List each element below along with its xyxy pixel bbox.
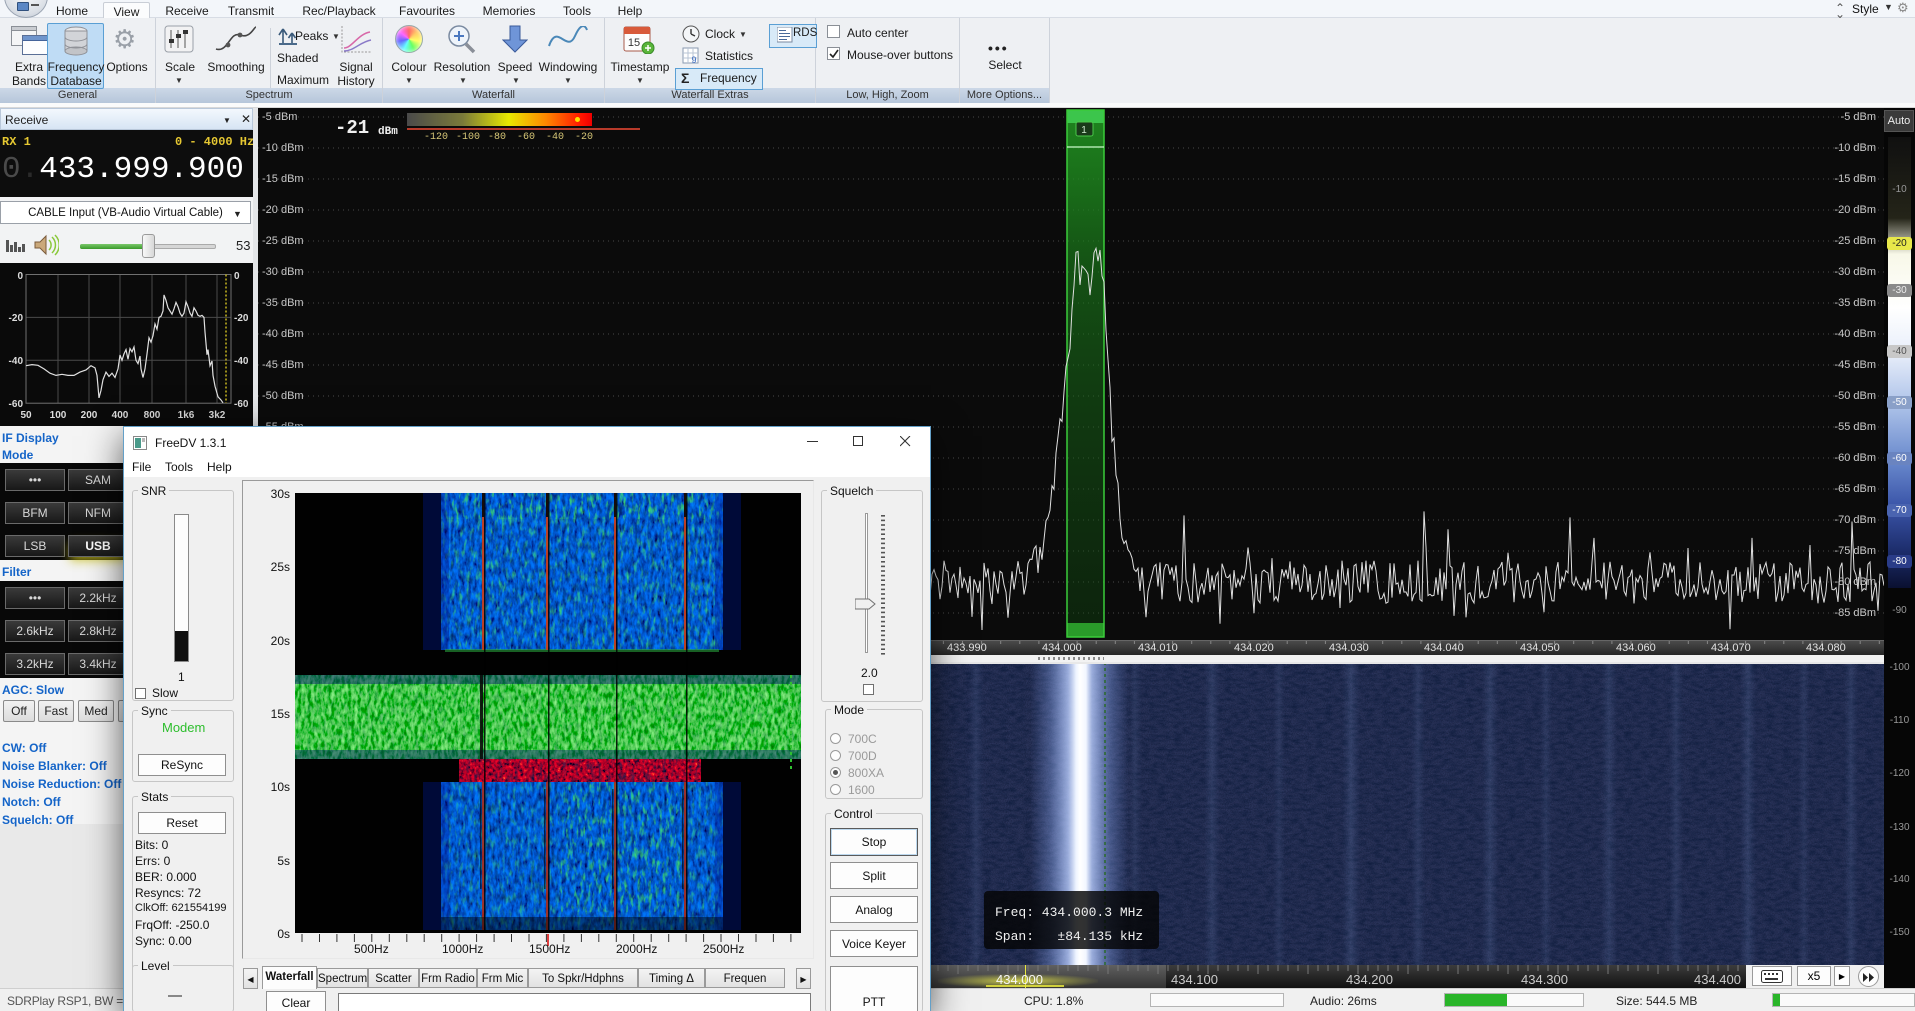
- svg-text:-20: -20: [234, 313, 249, 324]
- svg-text:0: 0: [17, 271, 23, 282]
- svg-text:15: 15: [628, 37, 640, 49]
- svg-text:50: 50: [20, 410, 32, 421]
- svg-text:-20: -20: [9, 313, 24, 324]
- svg-text:100: 100: [50, 410, 67, 421]
- svg-text:-60: -60: [9, 399, 24, 410]
- svg-text:9: 9: [691, 55, 696, 65]
- svg-text:-40: -40: [9, 356, 24, 367]
- svg-text:1k6: 1k6: [178, 410, 195, 421]
- svg-text:800: 800: [144, 410, 161, 421]
- svg-text:-40: -40: [234, 356, 249, 367]
- svg-text:0: 0: [234, 271, 240, 282]
- svg-text:1: 1: [1081, 125, 1087, 136]
- svg-text:200: 200: [81, 410, 98, 421]
- svg-text:400: 400: [112, 410, 129, 421]
- svg-text:3k2: 3k2: [209, 410, 226, 421]
- svg-text:-60: -60: [234, 399, 249, 410]
